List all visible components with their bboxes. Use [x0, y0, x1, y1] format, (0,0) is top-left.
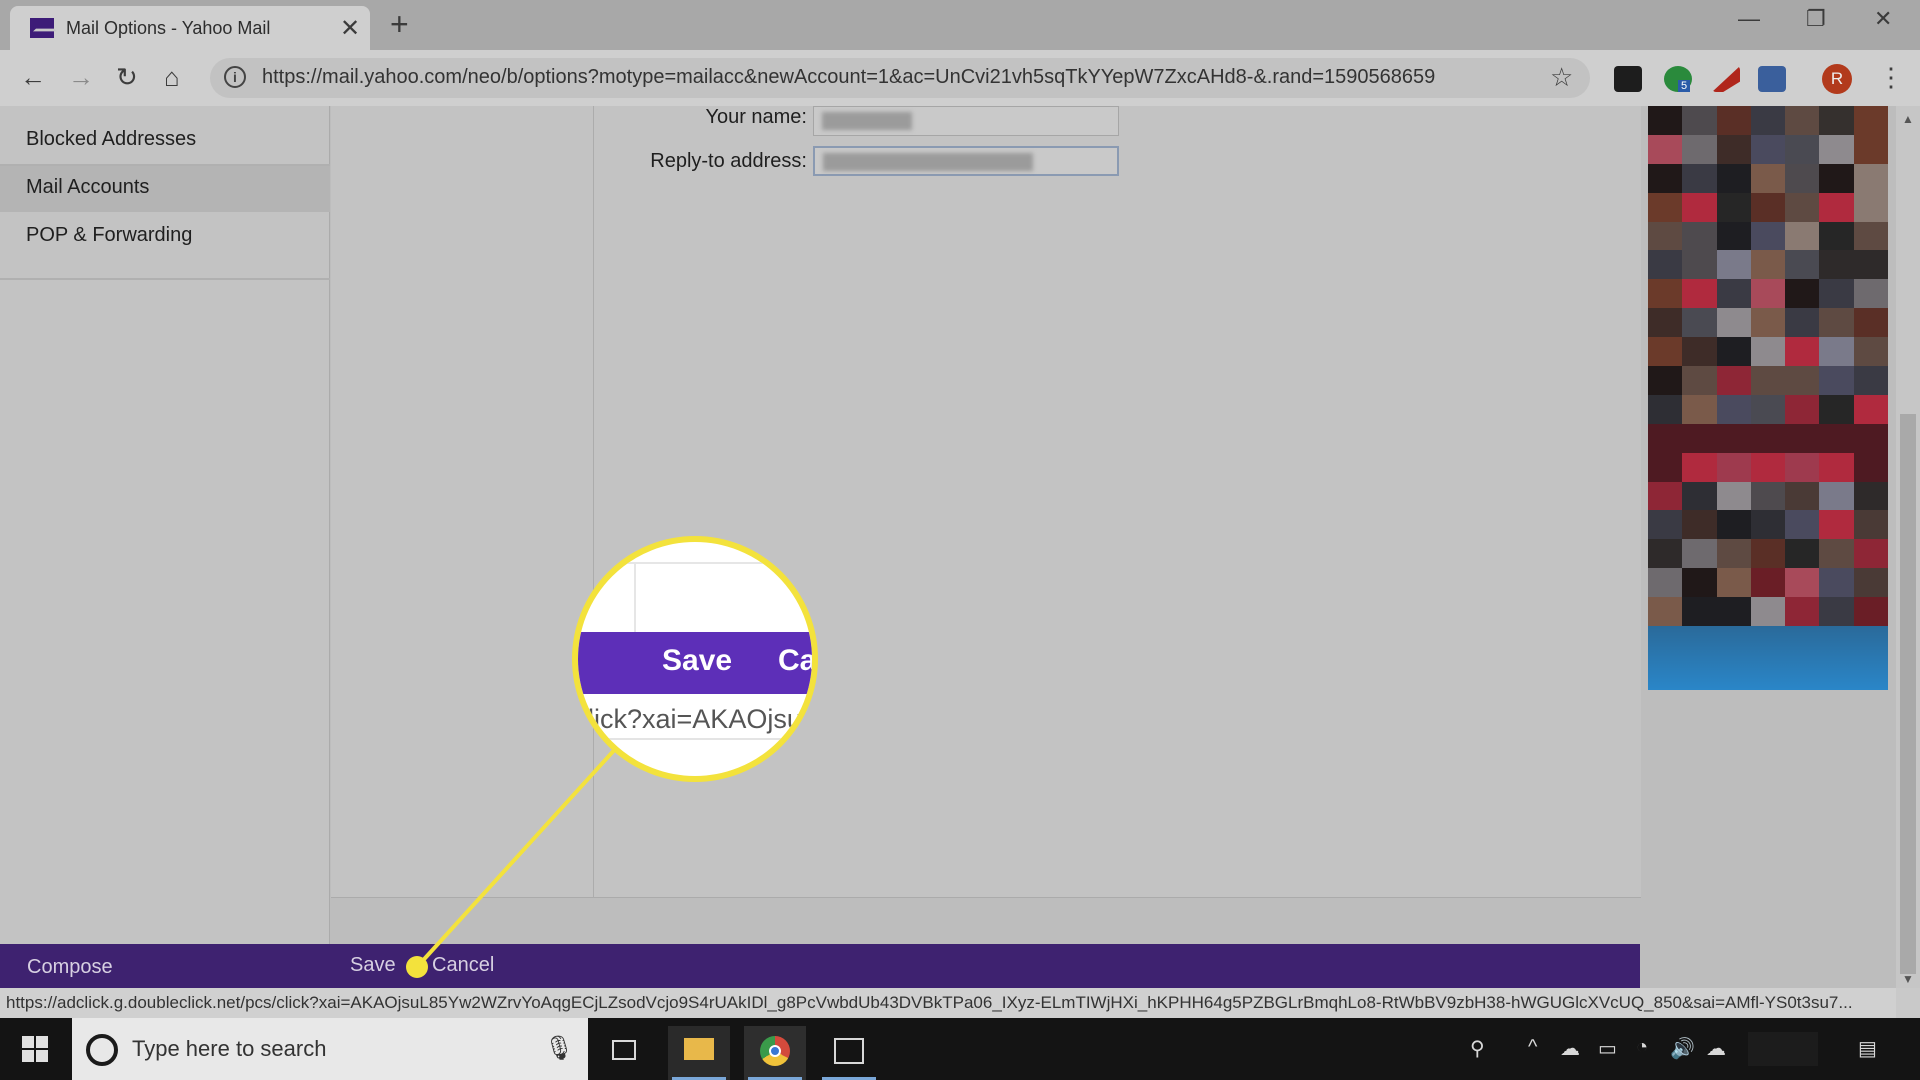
task-view-icon[interactable]: [594, 1026, 656, 1080]
volume-icon[interactable]: 🔊: [1670, 1036, 1695, 1061]
wifi-icon[interactable]: ◔: [1636, 1036, 1648, 1059]
zoom-callout: Save Ca lick?xai=AKAOjsu: [572, 536, 818, 782]
windows-start-icon[interactable]: [22, 1036, 48, 1062]
battery-icon[interactable]: ▭: [1598, 1036, 1617, 1061]
taskbar-search-box[interactable]: Type here to search 🎙: [72, 1018, 588, 1080]
microphone-icon[interactable]: 🎙: [544, 1034, 574, 1063]
file-explorer-icon[interactable]: [668, 1026, 730, 1080]
clock-area[interactable]: [1748, 1032, 1818, 1066]
callout-divider: [578, 738, 812, 740]
callout-grid-line: [578, 562, 812, 564]
callout-anchor-dot: [406, 956, 428, 978]
tray-expand-icon[interactable]: ^: [1528, 1036, 1537, 1059]
callout-pointer-line: [415, 744, 620, 969]
callout-url-text: lick?xai=AKAOjsu: [588, 704, 802, 734]
people-icon[interactable]: ⚲: [1470, 1036, 1485, 1061]
cortana-icon[interactable]: [86, 1034, 118, 1066]
chrome-icon[interactable]: [744, 1026, 806, 1080]
cloud-upload-icon[interactable]: ☁: [1706, 1036, 1726, 1061]
taskbar-search-placeholder: Type here to search: [132, 1036, 327, 1061]
callout-cancel-label: Ca: [778, 644, 817, 677]
windows-taskbar: Type here to search 🎙 ⚲ ^ ☁ ▭ ◔ 🔊 ☁ ▤: [0, 1018, 1920, 1080]
callout-save-label: Save: [662, 644, 733, 677]
callout-grid-line: [634, 562, 636, 632]
onedrive-icon[interactable]: ☁: [1560, 1036, 1580, 1061]
action-center-icon[interactable]: ▤: [1858, 1036, 1877, 1061]
callout-purple-bar: Save Ca: [578, 632, 817, 694]
photos-icon[interactable]: [818, 1026, 880, 1080]
